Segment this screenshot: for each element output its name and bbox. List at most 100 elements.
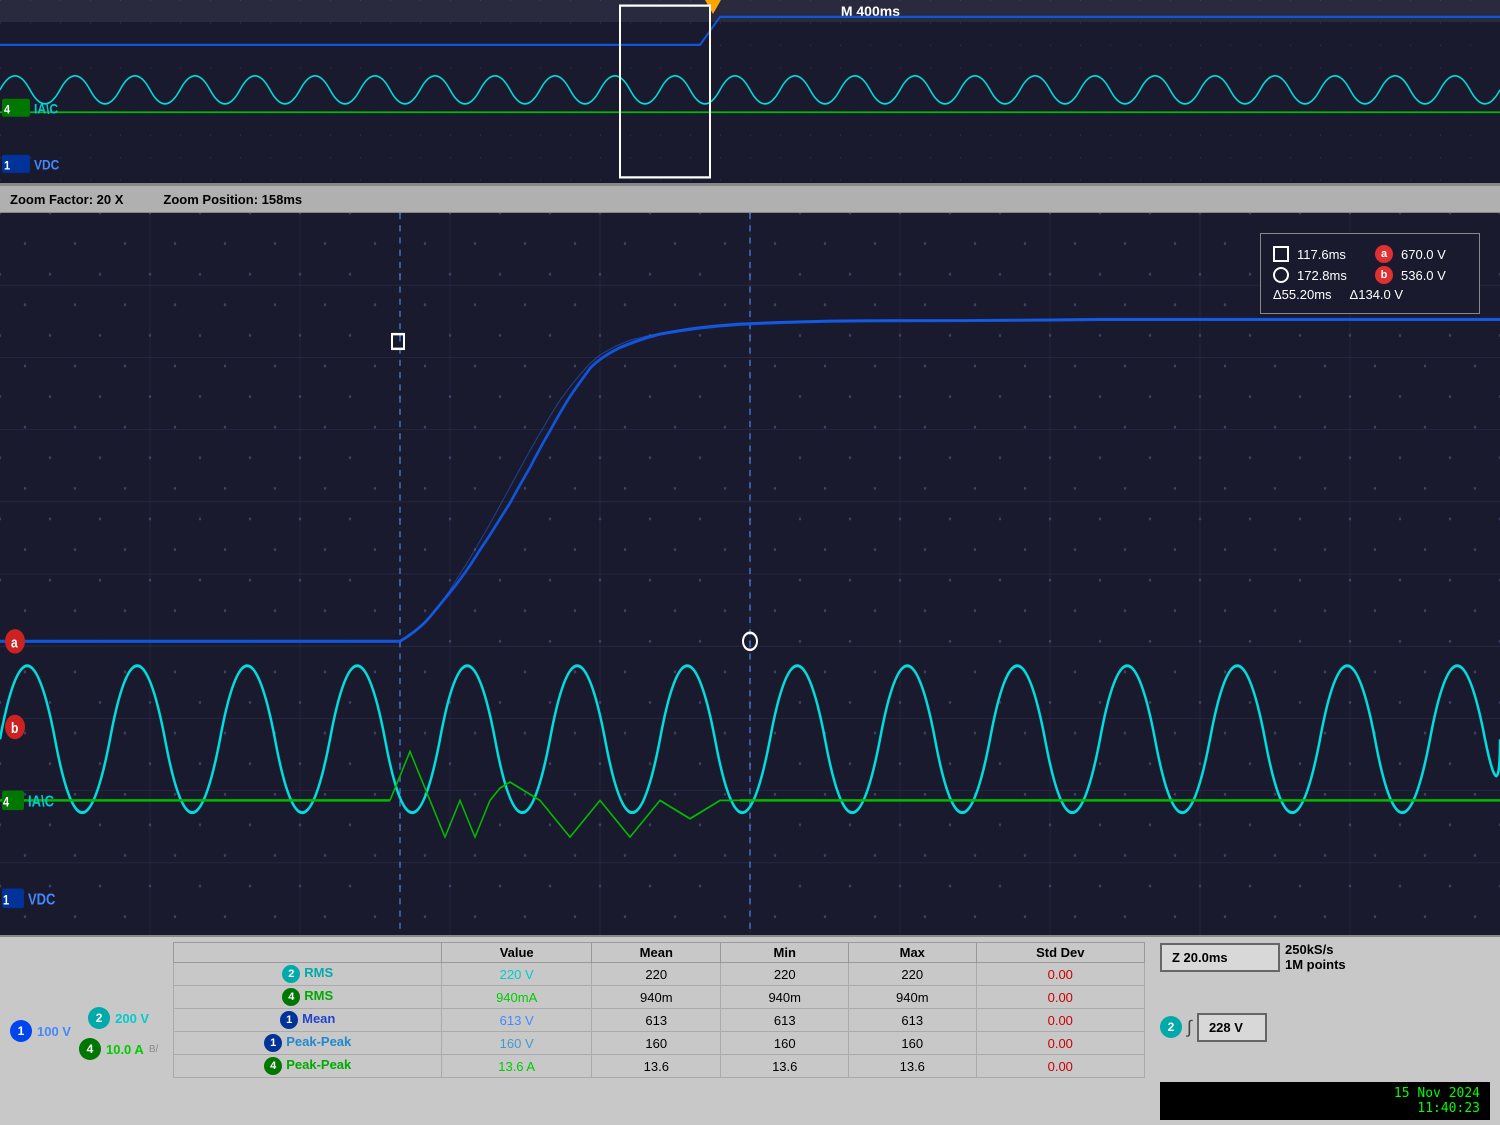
row-mean: 160 [592,1032,721,1055]
row-stddev: 0.00 [976,986,1144,1009]
ch1-badge: 1 [10,1020,32,1042]
row-mean: 940m [592,986,721,1009]
cursor-a-row: 117.6ms a 670.0 V [1273,245,1467,263]
row-label: Mean [302,1011,335,1026]
ch1-value: 100 V [37,1024,71,1039]
stat-row: 4RMS940mA940m940m940m0.00 [174,986,1145,1009]
row-value: 13.6 A [442,1055,592,1078]
row-max: 160 [849,1032,977,1055]
svg-text:IA\C: IA\C [34,101,58,117]
ch4-badge: 4 [79,1038,101,1060]
overview-svg: 4 IA\C 1 VDC [0,0,1500,183]
row-min: 940m [721,986,849,1009]
row-ch-badge: 4 [282,988,300,1006]
row-value: 613 V [442,1009,592,1032]
zoom-factor-label: Zoom Factor: 20 X [10,192,123,207]
square-marker-icon [1273,246,1289,262]
z-button-row: Z 20.0ms 250kS/s 1M points [1160,942,1490,972]
col-header-name [174,943,442,963]
svg-text:VDC: VDC [28,891,56,909]
svg-text:a: a [11,634,18,650]
col-header-min: Min [721,943,849,963]
wave-icon: ∫ [1187,1017,1192,1038]
zoom-info-bar: Zoom Factor: 20 X Zoom Position: 158ms [0,185,1500,213]
cursor-b-label: b [1375,266,1393,284]
ch2-wave-badge: 2 [1160,1016,1182,1038]
voltage-button[interactable]: 228 V [1197,1013,1267,1042]
stats-table-area: Value Mean Min Max Std Dev 2RMS220 V2202… [168,937,1150,1125]
cursor-a-value: 670.0 V [1401,247,1461,262]
overview-area: M 400ms 4 IA\C [0,0,1500,185]
svg-text:b: b [11,720,18,736]
datetime-display: 15 Nov 2024 11:40:23 [1160,1082,1490,1120]
main-waveform-svg: 4 IA\C 1 VDC a b [0,213,1500,935]
stats-header-row: Value Mean Min Max Std Dev [174,943,1145,963]
main-waveform-area: 4 IA\C 1 VDC a b 117.6ms a 670.0 V 172.8… [0,213,1500,935]
svg-text:IA\C: IA\C [28,793,54,811]
row-min: 160 [721,1032,849,1055]
measurement-box: 117.6ms a 670.0 V 172.8ms b 536.0 V Δ55.… [1260,233,1480,314]
row-label: RMS [304,965,333,980]
cursor-b-time: 172.8ms [1297,268,1367,283]
cursor-a-label: a [1375,245,1393,263]
cursor-a-time: 117.6ms [1297,247,1367,262]
row-mean: 220 [592,963,721,986]
oscilloscope-display: M 400ms 4 IA\C [0,0,1500,1125]
row-max: 13.6 [849,1055,977,1078]
row-ch-badge: 4 [264,1057,282,1075]
sample-info: 250kS/s 1M points [1285,942,1346,972]
row-value: 220 V [442,963,592,986]
cursor-b-value: 536.0 V [1401,268,1461,283]
wave-button-row: 2 ∫ 228 V [1160,1013,1490,1042]
row-ch-badge: 2 [282,965,300,983]
row-stddev: 0.00 [976,963,1144,986]
row-label: Peak-Peak [286,1034,351,1049]
svg-text:VDC: VDC [34,157,59,173]
row-value: 940mA [442,986,592,1009]
ch2-badge: 2 [88,1007,110,1029]
ch2-value: 200 V [115,1011,149,1026]
row-mean: 13.6 [592,1055,721,1078]
row-value: 160 V [442,1032,592,1055]
points: 1M points [1285,957,1346,972]
row-ch-badge: 1 [264,1034,282,1052]
delta-value: Δ134.0 V [1350,287,1404,302]
svg-text:4: 4 [3,794,9,809]
sample-rate: 250kS/s [1285,942,1346,957]
svg-text:1: 1 [3,892,9,907]
z-button[interactable]: Z 20.0ms [1160,943,1280,972]
stat-row: 1Mean613 V6136136130.00 [174,1009,1145,1032]
col-header-stddev: Std Dev [976,943,1144,963]
row-label: Peak-Peak [286,1057,351,1072]
stat-row: 2RMS220 V2202202200.00 [174,963,1145,986]
ch4-indicator: 4 10.0 A B/ [79,1038,158,1060]
ch2-indicator: 2 200 V [88,1007,149,1029]
time-display: 11:40:23 [1170,1101,1480,1116]
col-header-mean: Mean [592,943,721,963]
zoom-position-label: Zoom Position: 158ms [163,192,302,207]
delta-time: Δ55.20ms [1273,287,1332,302]
cursor-b-row: 172.8ms b 536.0 V [1273,266,1467,284]
col-header-value: Value [442,943,592,963]
col-header-max: Max [849,943,977,963]
row-max: 613 [849,1009,977,1032]
ch4-unit-indicator: B/ [149,1044,158,1055]
ch1-indicator: 1 100 V [10,1020,71,1042]
row-min: 13.6 [721,1055,849,1078]
row-max: 940m [849,986,977,1009]
row-min: 613 [721,1009,849,1032]
delta-row: Δ55.20ms Δ134.0 V [1273,287,1467,302]
bottom-section: 1 100 V 2 200 V 4 10.0 A B/ [0,935,1500,1125]
row-max: 220 [849,963,977,986]
ch4-value: 10.0 A [106,1042,144,1057]
svg-text:4: 4 [4,103,11,117]
stats-table: Value Mean Min Max Std Dev 2RMS220 V2202… [173,942,1145,1078]
stat-row: 1Peak-Peak160 V1601601600.00 [174,1032,1145,1055]
row-min: 220 [721,963,849,986]
svg-text:1: 1 [4,159,11,173]
circle-marker-icon [1273,267,1289,283]
date-display: 15 Nov 2024 [1170,1086,1480,1101]
row-stddev: 0.00 [976,1032,1144,1055]
row-ch-badge: 1 [280,1011,298,1029]
row-stddev: 0.00 [976,1055,1144,1078]
